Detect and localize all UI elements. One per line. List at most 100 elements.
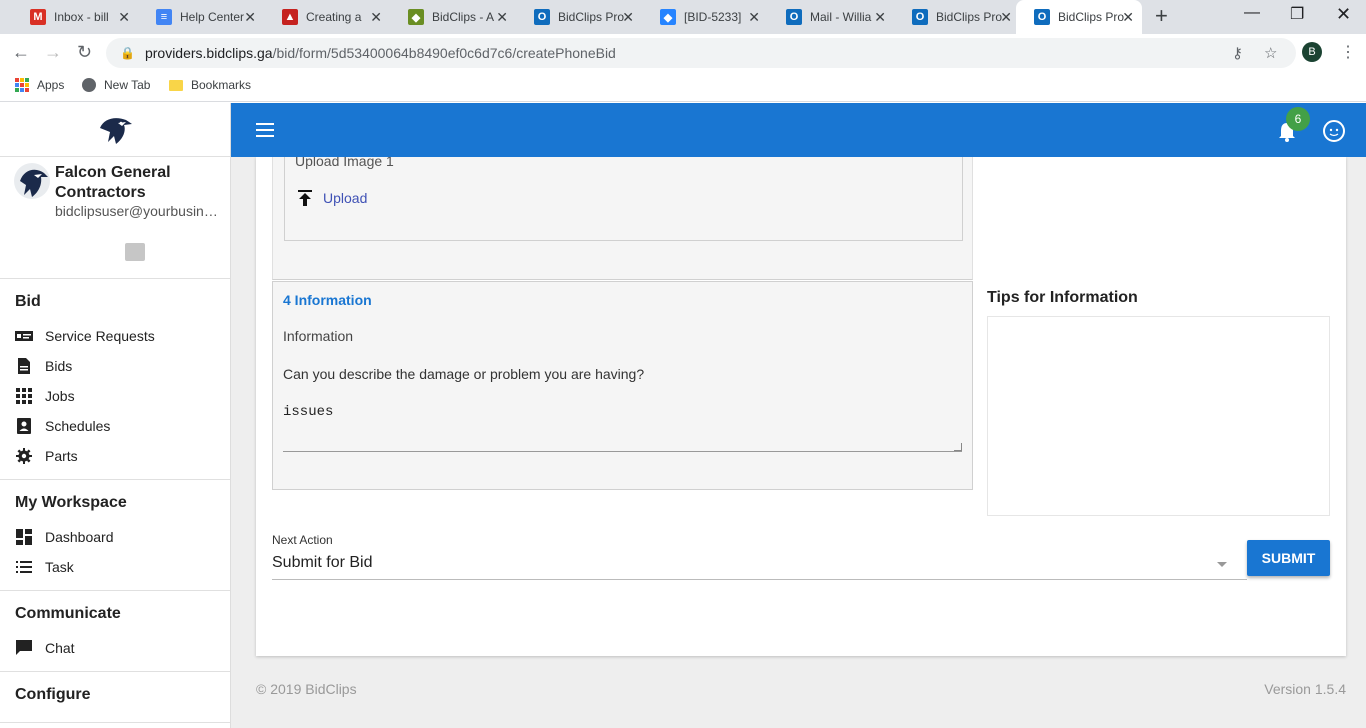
submit-button[interactable]: SUBMIT: [1247, 540, 1330, 576]
avatar[interactable]: [14, 163, 50, 199]
list-icon: [15, 559, 33, 575]
browser-tab-title: BidClips - A: [432, 10, 495, 24]
browser-tab-title: Help Center: [180, 10, 245, 24]
account-face-icon[interactable]: [1323, 120, 1345, 142]
bookmark-new-tab[interactable]: New Tab: [82, 78, 150, 92]
profile-avatar[interactable]: B: [1302, 42, 1322, 62]
close-tab-icon[interactable]: ✕: [1000, 9, 1012, 25]
browser-tab[interactable]: ≡ Help Center ✕: [138, 0, 264, 34]
contact-icon: [15, 418, 33, 434]
close-tab-icon[interactable]: ✕: [496, 9, 508, 25]
bookmark-label: New Tab: [104, 78, 151, 92]
sidebar-item-task[interactable]: Task: [15, 552, 230, 582]
sidebar-section-heading: My Workspace: [15, 494, 127, 511]
user-profile: Falcon General Contractors bidclipsuser@…: [0, 157, 230, 279]
next-action-value: Submit for Bid: [272, 554, 373, 571]
browser-tab-title: Creating a: [306, 10, 362, 24]
dashboard-icon: [15, 529, 33, 545]
address-bar[interactable]: 🔒 providers.bidclips.ga/bid/form/5d53400…: [106, 38, 1296, 68]
browser-tab[interactable]: ◆ [BID-5233] ✕: [642, 0, 768, 34]
close-window-icon[interactable]: ✕: [1336, 4, 1351, 25]
browser-tab-title: BidClips Pro: [936, 10, 1002, 24]
docs-icon: ≡: [156, 9, 172, 25]
browser-tab[interactable]: O BidClips Pro ✕: [1016, 0, 1142, 34]
hamburger-menu-icon[interactable]: [256, 123, 274, 137]
sidebar-item-service-requests[interactable]: Service Requests: [15, 321, 230, 351]
restore-icon[interactable]: ❐: [1290, 4, 1304, 24]
minimize-icon[interactable]: —: [1244, 4, 1260, 22]
sidebar-item-label: Dashboard: [45, 529, 114, 545]
bookmark-apps[interactable]: Apps: [15, 78, 64, 92]
new-tab-button[interactable]: +: [1155, 5, 1168, 27]
upload-image-label: Upload Image 1: [295, 157, 394, 169]
sidebar: Falcon General Contractors bidclipsuser@…: [0, 103, 231, 728]
step-title[interactable]: 4 Information: [283, 292, 372, 308]
sidebar-item-label: Task: [45, 559, 74, 575]
browser-tab[interactable]: ▲ Creating a ✕: [264, 0, 390, 34]
sidebar-item-dashboard[interactable]: Dashboard: [15, 522, 230, 552]
company-name: Falcon General Contractors: [55, 164, 171, 201]
close-tab-icon[interactable]: ✕: [1122, 9, 1134, 25]
lock-icon: 🔒: [120, 46, 135, 60]
message-icon[interactable]: [125, 243, 145, 261]
key-icon[interactable]: ⚷: [1232, 44, 1243, 62]
sidebar-item-chat[interactable]: Chat: [15, 633, 230, 663]
back-icon[interactable]: ←: [12, 42, 30, 62]
upload-step-panel: Upload Image 1 Upload: [272, 157, 973, 280]
upload-image-box: Upload Image 1 Upload: [284, 157, 963, 241]
bookmark-label: Apps: [37, 78, 65, 92]
gmail-icon: M: [30, 9, 46, 25]
gear-icon: [15, 448, 33, 464]
sidebar-section: Bid Service Requests Bids Jobs Schedules Part…: [0, 279, 230, 480]
chat-icon: [15, 640, 33, 656]
sidebar-section: Configure: [0, 672, 230, 723]
browser-tab-title: BidClips Pro: [1058, 10, 1124, 24]
browser-tab[interactable]: O BidClips Pro ✕: [894, 0, 1020, 34]
browser-tab[interactable]: O Mail - Willia ✕: [768, 0, 894, 34]
browser-tab[interactable]: M Inbox - bill ✕: [12, 0, 138, 34]
information-field-label: Information: [283, 328, 354, 344]
sidebar-item-bids[interactable]: Bids: [15, 351, 230, 381]
browser-tab-title: Inbox - bill: [54, 10, 109, 24]
upload-icon: [298, 190, 312, 206]
sidebar-item-label: Bids: [45, 358, 73, 374]
forward-icon[interactable]: →: [44, 42, 62, 62]
menu-kebab-icon[interactable]: ⋮: [1340, 42, 1356, 62]
upload-button[interactable]: Upload: [297, 189, 367, 207]
grid-icon: [15, 388, 33, 404]
jira-icon: ◆: [660, 9, 676, 25]
tips-box: [987, 316, 1330, 516]
question-text: Can you describe the damage or problem y…: [283, 366, 645, 382]
url-host: providers.bidclips.ga: [144, 45, 273, 61]
user-email: bidclipsuser@yourbusiness.com: [55, 203, 225, 219]
outlook-icon: O: [534, 9, 550, 25]
close-tab-icon[interactable]: ✕: [244, 9, 256, 25]
browser-tab-strip: M Inbox - bill ✕ ≡ Help Center ✕ ▲ Creating a ✕ ◆…: [0, 0, 1366, 34]
sidebar-item-label: Jobs: [45, 388, 75, 404]
sidebar-item-schedules[interactable]: Schedules: [15, 411, 230, 441]
reload-icon[interactable]: ↻: [77, 42, 92, 62]
star-icon[interactable]: ☆: [1264, 44, 1277, 62]
answer-textarea[interactable]: issues: [283, 400, 962, 452]
sidebar-item-label: Service Requests: [45, 328, 155, 344]
close-tab-icon[interactable]: ✕: [370, 9, 382, 25]
sidebar-logo[interactable]: [0, 103, 230, 157]
next-action-label: Next Action: [272, 533, 333, 547]
notification-count-badge: 6: [1286, 107, 1310, 131]
sidebar-item-parts[interactable]: Parts: [15, 441, 230, 471]
sidebar-section: My Workspace Dashboard Task: [0, 480, 230, 591]
next-action-select[interactable]: Submit for Bid: [272, 550, 1247, 580]
sidebar-section-heading: Communicate: [15, 605, 121, 622]
close-tab-icon[interactable]: ✕: [622, 9, 634, 25]
close-tab-icon[interactable]: ✕: [874, 9, 886, 25]
resize-handle-icon[interactable]: [954, 443, 962, 451]
sidebar-section-heading: Configure: [15, 686, 91, 703]
sidebar-item-jobs[interactable]: Jobs: [15, 381, 230, 411]
close-tab-icon[interactable]: ✕: [118, 9, 130, 25]
bookmark-folder[interactable]: Bookmarks: [169, 78, 251, 92]
close-tab-icon[interactable]: ✕: [748, 9, 760, 25]
browser-tab[interactable]: ◆ BidClips - A ✕: [390, 0, 516, 34]
outlook-icon: O: [786, 9, 802, 25]
outlook-icon: O: [1034, 9, 1050, 25]
browser-tab[interactable]: O BidClips Pro ✕: [516, 0, 642, 34]
